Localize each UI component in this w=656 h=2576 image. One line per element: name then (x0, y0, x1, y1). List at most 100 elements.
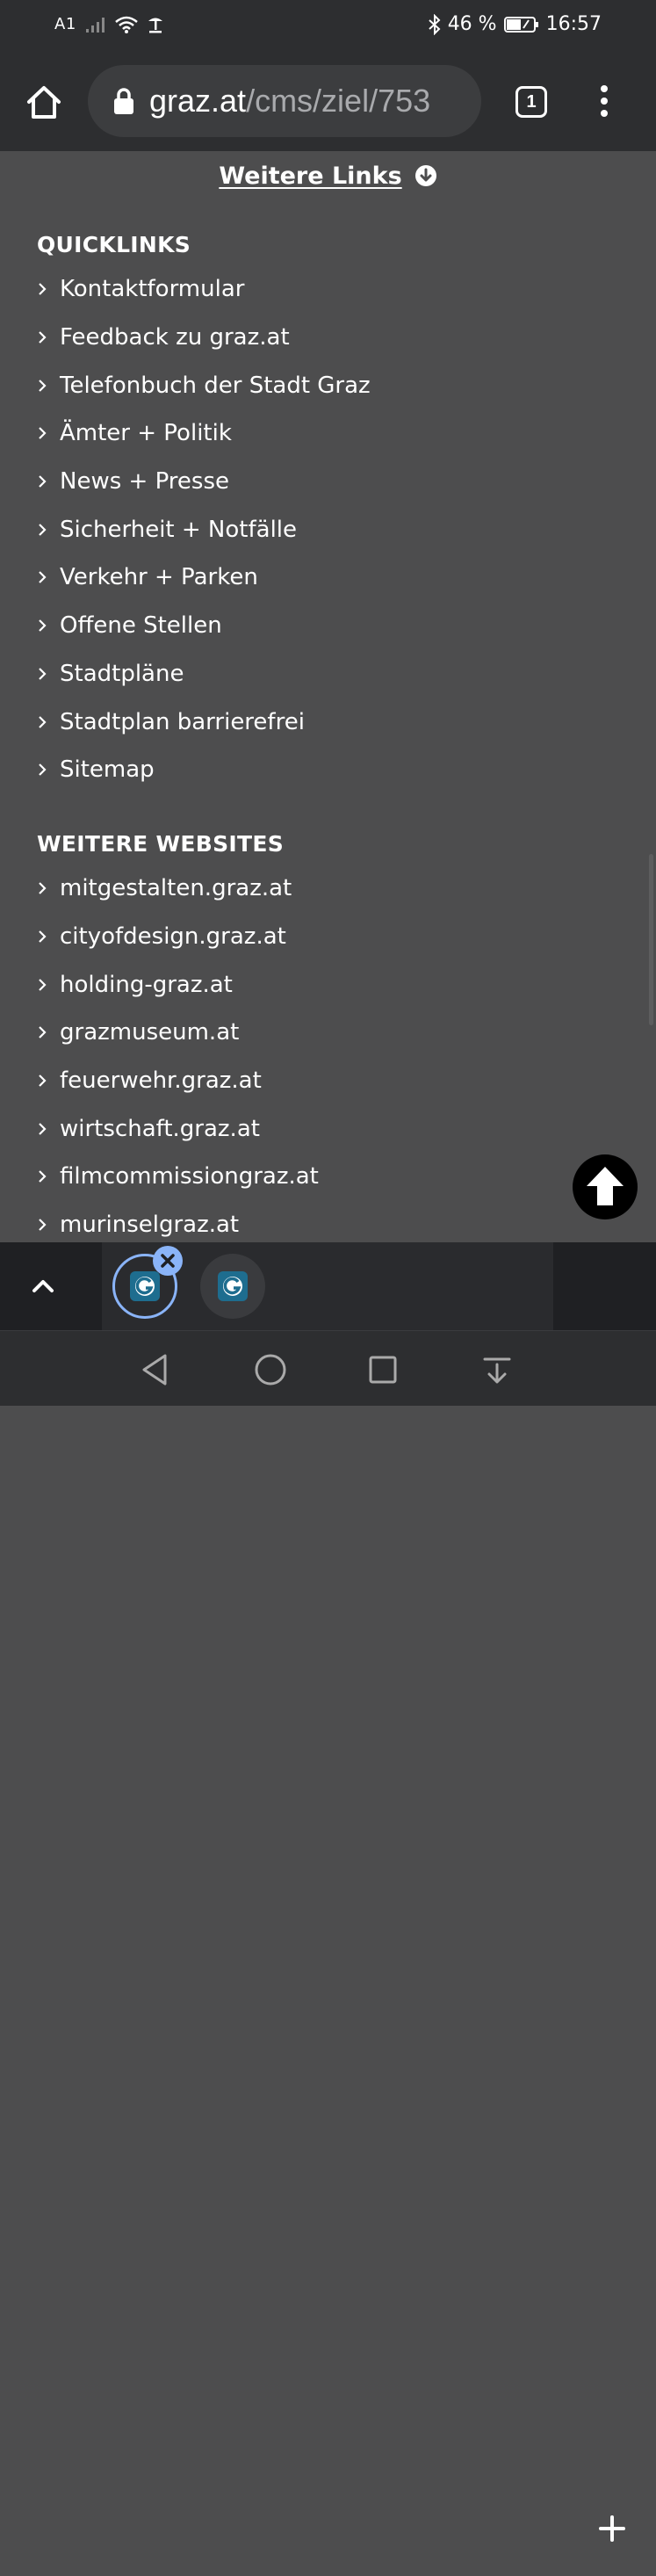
link-label: murinselgraz.at (60, 1212, 240, 1239)
url-text: graz.at/cms/ziel/753 (149, 83, 430, 119)
status-left: A1 (54, 15, 164, 33)
link-label: Verkehr + Parken (60, 564, 258, 591)
link-label: Stadtpläne (60, 660, 184, 687)
home-circle-icon[interactable] (249, 1349, 292, 1391)
link-label: cityofdesign.graz.at (60, 923, 286, 951)
quicklinks-link[interactable]: Verkehr + Parken (0, 554, 656, 602)
recent-apps-icon[interactable] (362, 1349, 404, 1391)
link-label: Feedback zu graz.at (60, 324, 290, 351)
link-label: wirtschaft.graz.at (60, 1115, 260, 1142)
notification-pull-icon[interactable] (476, 1349, 518, 1391)
battery-icon (503, 16, 538, 33)
quicklinks-list: Kontaktformular Feedback zu graz.at Telefo… (0, 265, 656, 794)
quicklinks-link[interactable]: Stadtpläne (0, 650, 656, 698)
websites-link[interactable]: grazmuseum.at (0, 1009, 656, 1057)
home-icon[interactable] (25, 83, 63, 121)
quicklinks-link[interactable]: News + Presse (0, 458, 656, 506)
chevron-right-icon (39, 668, 47, 680)
tab-switcher-button[interactable]: 1 (515, 86, 547, 118)
close-icon (161, 1254, 175, 1268)
status-right: 46 % 16:57 (429, 13, 602, 35)
browser-toolbar: graz.at/cms/ziel/753 1 (0, 51, 656, 151)
link-label: News + Presse (60, 468, 229, 496)
chevron-right-icon (39, 1170, 47, 1183)
chevron-right-icon (39, 331, 47, 344)
link-label: grazmuseum.at (60, 1019, 240, 1046)
chevron-right-icon (39, 379, 47, 392)
url-path: /cms/ziel/753 (246, 83, 431, 119)
status-bar: A1 46 % 16:57 (0, 0, 656, 51)
arrow-up-icon (587, 1167, 624, 1205)
link-label: mitgestalten.graz.at (60, 875, 292, 902)
chevron-right-icon (39, 763, 47, 776)
link-label: Stadtplan barrierefrei (60, 708, 305, 735)
scroll-to-top-button[interactable] (573, 1154, 638, 1219)
clock: 16:57 (545, 13, 602, 35)
quicklinks-link[interactable]: Offene Stellen (0, 602, 656, 650)
carrier-label: A1 (54, 15, 76, 33)
scrollbar[interactable] (649, 854, 653, 1025)
graz-favicon-icon (218, 1271, 248, 1301)
more-links-toggle[interactable]: Weitere Links (0, 151, 656, 200)
quicklinks-link[interactable]: Stadtplan barrierefrei (0, 698, 656, 746)
quicklinks-heading: QUICKLINKS (37, 232, 191, 257)
signal-icon (85, 17, 105, 33)
page-content: Weitere Links QUICKLINKS Kontaktformular… (0, 151, 656, 1242)
back-icon[interactable] (135, 1349, 177, 1391)
chevron-right-icon (39, 475, 47, 488)
link-label: Kontaktformular (60, 276, 245, 303)
tab-thumbnail[interactable] (200, 1254, 265, 1319)
chevron-right-icon (39, 715, 47, 728)
arrow-down-circle-icon (415, 165, 436, 186)
quicklinks-link[interactable]: Telefonbuch der Stadt Graz (0, 361, 656, 409)
chevron-right-icon (39, 1123, 47, 1135)
link-label: Offene Stellen (60, 612, 222, 640)
websites-link[interactable]: murinselgraz.at (0, 1201, 656, 1242)
battery-percent: 46 % (447, 13, 497, 35)
quicklinks-link[interactable]: Feedback zu graz.at (0, 314, 656, 362)
chevron-right-icon (39, 882, 47, 895)
websites-link[interactable]: filmcommissiongraz.at (0, 1153, 656, 1201)
system-navigation-bar (0, 1330, 656, 1406)
websites-list: mitgestalten.graz.at cityofdesign.graz.at… (0, 865, 656, 1242)
quicklinks-link[interactable]: Kontaktformular (0, 265, 656, 314)
url-domain: graz.at (149, 83, 247, 119)
quicklinks-link[interactable]: Ämter + Politik (0, 409, 656, 458)
websites-link[interactable]: feuerwehr.graz.at (0, 1057, 656, 1105)
chevron-right-icon (39, 1026, 47, 1039)
chevron-right-icon (39, 571, 47, 584)
new-tab-button[interactable] (568, 2485, 656, 2572)
chevron-right-icon (39, 427, 47, 440)
url-bar[interactable]: graz.at/cms/ziel/753 (88, 65, 481, 137)
collapse-tab-strip-button[interactable] (0, 1242, 88, 1330)
chevron-right-icon (39, 283, 47, 296)
upload-icon (148, 18, 162, 33)
link-label: Sicherheit + Notfälle (60, 516, 298, 543)
bluetooth-icon (429, 13, 441, 35)
chevron-right-icon (39, 619, 47, 632)
chevron-right-icon (39, 930, 47, 943)
close-tab-button[interactable] (153, 1246, 183, 1276)
quicklinks-link[interactable]: Sitemap (0, 746, 656, 794)
websites-link[interactable]: cityofdesign.graz.at (0, 913, 656, 961)
chevron-right-icon (39, 978, 47, 991)
lock-icon (114, 88, 133, 114)
link-label: holding-graz.at (60, 971, 233, 998)
link-label: filmcommissiongraz.at (60, 1163, 319, 1190)
link-label: Telefonbuch der Stadt Graz (60, 372, 371, 399)
chevron-up-icon (32, 1280, 54, 1292)
quicklinks-link[interactable]: Sicherheit + Notfälle (0, 505, 656, 554)
chevron-right-icon (39, 524, 47, 536)
websites-heading: WEITERE WEBSITES (37, 831, 285, 857)
chevron-right-icon (39, 1075, 47, 1087)
link-label: Ämter + Politik (60, 420, 232, 447)
link-label: Sitemap (60, 756, 155, 784)
chevron-right-icon (39, 1219, 47, 1231)
websites-link[interactable]: mitgestalten.graz.at (0, 865, 656, 913)
more-vert-icon[interactable] (594, 83, 615, 121)
websites-link[interactable]: holding-graz.at (0, 960, 656, 1009)
wifi-icon (114, 16, 138, 33)
websites-link[interactable]: wirtschaft.graz.at (0, 1104, 656, 1153)
link-label: feuerwehr.graz.at (60, 1067, 262, 1095)
tab-strip (0, 1242, 656, 2542)
